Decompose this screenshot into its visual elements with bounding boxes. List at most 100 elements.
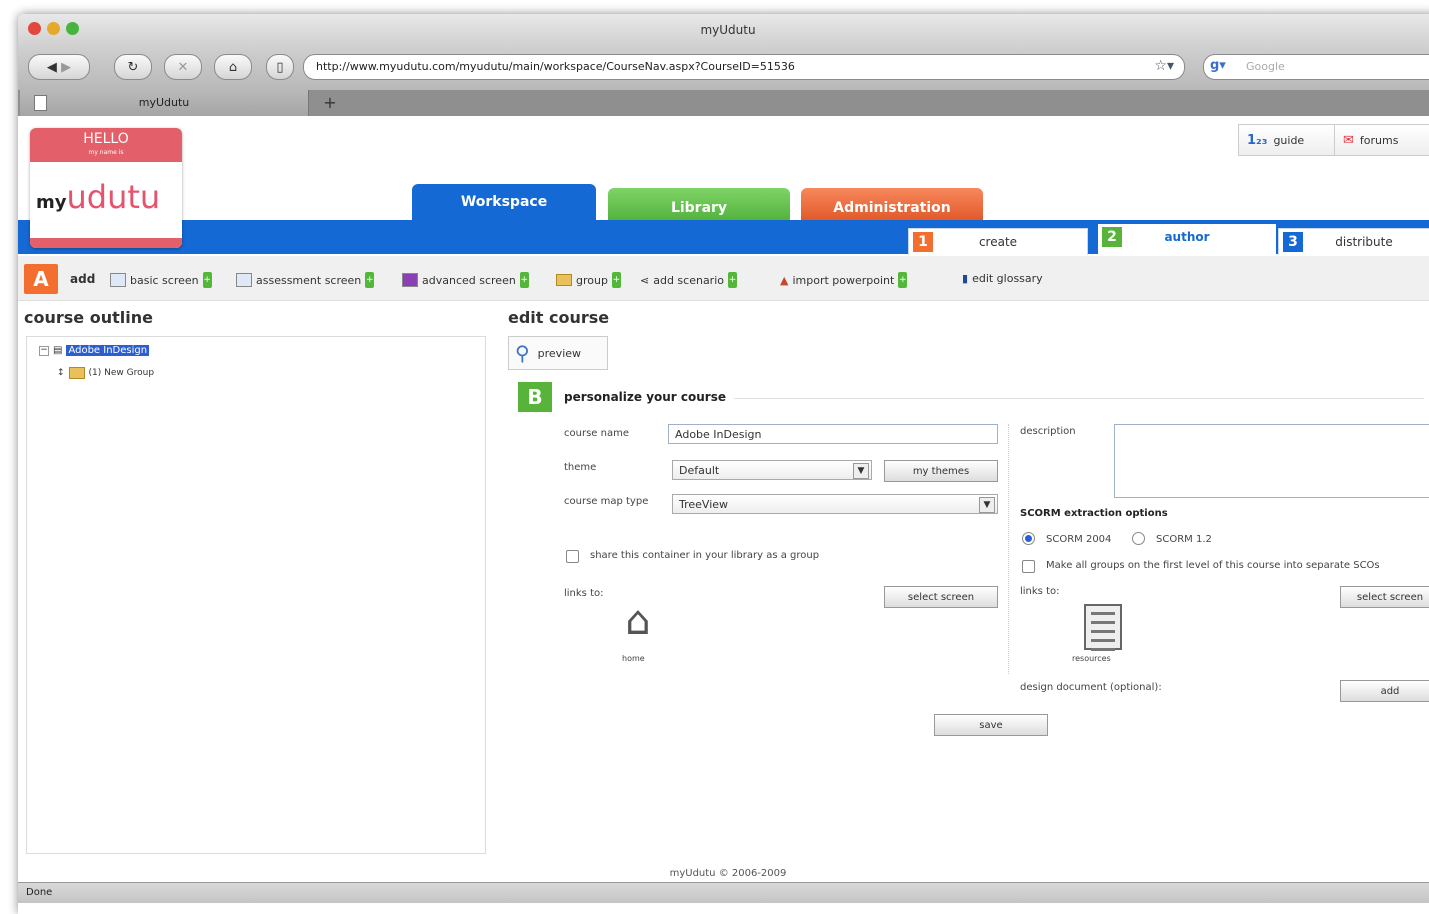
tree-root-label[interactable]: Adobe InDesign xyxy=(66,345,150,356)
forward-icon[interactable]: ▶ xyxy=(61,60,71,75)
separate-scos-checkbox[interactable] xyxy=(1022,560,1035,573)
action-label: basic screen xyxy=(130,273,199,287)
add-assessment-screen-button[interactable]: assessment screen + xyxy=(236,272,375,288)
course-name-field[interactable]: Adobe InDesign xyxy=(668,424,998,444)
assessment-icon xyxy=(236,273,252,287)
root-icon: ▤ xyxy=(53,345,63,356)
tab-library[interactable]: Library xyxy=(608,188,790,220)
resources-label: resources xyxy=(1072,654,1111,663)
page-info-button[interactable]: ▯ xyxy=(266,54,294,80)
add-icon: + xyxy=(519,272,529,288)
url-bar[interactable]: http://www.myudutu.com/myudutu/main/work… xyxy=(303,54,1185,80)
screen-icon xyxy=(110,273,126,287)
course-map-type-value: TreeView xyxy=(679,498,729,511)
save-button[interactable]: save xyxy=(934,714,1048,736)
course-name-label: course name xyxy=(564,428,629,439)
scenario-icon: ⋖ xyxy=(640,273,650,287)
theme-select[interactable]: Default ▼ xyxy=(672,460,872,480)
chevron-down-icon: ▼ xyxy=(853,463,869,479)
chevron-down-icon: ▼ xyxy=(979,497,995,513)
search-field[interactable]: g▾ Google xyxy=(1203,54,1429,80)
reload-button[interactable]: ↻ xyxy=(114,54,152,80)
tree-child[interactable]: ↕ (1) New Group xyxy=(57,367,154,379)
guide-label: guide xyxy=(1273,133,1305,147)
hello-banner: HELLO my name is xyxy=(30,128,182,162)
home-button[interactable]: ⌂ xyxy=(214,54,252,80)
action-label: import powerpoint xyxy=(792,273,895,287)
scorm-2004-radio[interactable] xyxy=(1022,532,1035,545)
add-design-document-button[interactable]: add xyxy=(1340,680,1429,702)
bookmark-star-icon[interactable]: ☆▾ xyxy=(1154,58,1174,74)
add-basic-screen-button[interactable]: basic screen + xyxy=(110,272,212,288)
scorm-12-label: SCORM 1.2 xyxy=(1156,534,1212,545)
forums-label: forums xyxy=(1359,133,1399,147)
section-a-badge: A xyxy=(24,264,58,294)
back-forward-button[interactable]: ◀ ▶ xyxy=(28,54,90,80)
step-distribute[interactable]: 3 distribute xyxy=(1278,228,1429,255)
edit-glossary-button[interactable]: ▮ edit glossary xyxy=(962,272,1043,285)
tree-child-label[interactable]: (1) New Group xyxy=(89,368,155,378)
home-icon[interactable]: ⌂ xyxy=(616,600,660,642)
add-advanced-screen-button[interactable]: advanced screen + xyxy=(402,272,529,288)
browser-tab[interactable]: myUdutu xyxy=(20,90,309,116)
new-tab-button[interactable]: + xyxy=(318,93,342,113)
course-map-type-select[interactable]: TreeView ▼ xyxy=(672,494,998,514)
browser-window: myUdutu ◀ ▶ ↻ ✕ ⌂ ▯ http://www.myudutu.c… xyxy=(18,14,1429,914)
preview-button[interactable]: ⚲ preview xyxy=(508,336,608,370)
drag-icon[interactable]: ↕ xyxy=(57,368,65,378)
stop-button[interactable]: ✕ xyxy=(164,54,202,80)
import-powerpoint-button[interactable]: ▲ import powerpoint + xyxy=(780,272,908,288)
theme-value: Default xyxy=(679,464,720,477)
tab-workspace[interactable]: Workspace xyxy=(412,184,596,220)
browser-toolbar: ◀ ▶ ↻ ✕ ⌂ ▯ http://www.myudutu.com/myudu… xyxy=(18,48,1429,90)
google-icon[interactable]: g▾ xyxy=(1210,58,1226,73)
hello-subtitle: my name is xyxy=(88,149,124,156)
step-author[interactable]: 2 author xyxy=(1098,224,1276,254)
url-text[interactable]: http://www.myudutu.com/myudutu/main/work… xyxy=(316,60,795,73)
logo[interactable]: myudutu xyxy=(36,178,160,216)
folder-icon xyxy=(556,274,572,286)
select-screen-right-button[interactable]: select screen xyxy=(1340,586,1429,608)
action-label: group xyxy=(576,273,608,287)
share-checkbox[interactable] xyxy=(566,550,579,563)
steps-icon: 1₂₃ xyxy=(1247,132,1268,148)
forums-icon: ✉ xyxy=(1343,132,1354,148)
window-title: myUdutu xyxy=(700,23,756,37)
tree-root[interactable]: − ▤ Adobe InDesign xyxy=(39,345,150,356)
plus-icon: + xyxy=(323,93,337,112)
home-icon: ⌂ xyxy=(228,59,238,75)
description-field[interactable] xyxy=(1114,424,1429,498)
resources-icon[interactable] xyxy=(1084,604,1122,651)
scorm-12-radio[interactable] xyxy=(1132,532,1145,545)
page-content: HELLO my name is myudutu 1₂₃ guide ✉ for… xyxy=(18,116,1429,914)
tab-administration[interactable]: Administration xyxy=(801,188,983,220)
add-scenario-button[interactable]: ⋖ add scenario + xyxy=(640,272,737,288)
forums-button[interactable]: ✉ forums xyxy=(1334,124,1429,156)
hello-title: HELLO xyxy=(83,131,129,147)
course-outline-tree: − ▤ Adobe InDesign ↕ (1) New Group xyxy=(26,336,486,854)
preview-label: preview xyxy=(537,346,582,360)
tab-bar: myUdutu + xyxy=(18,90,1429,116)
theme-label: theme xyxy=(564,462,597,473)
links-to-label: links to: xyxy=(564,588,604,599)
section-b-badge: B xyxy=(518,382,552,412)
home-label: home xyxy=(622,654,645,663)
status-text: Done xyxy=(26,887,53,898)
collapse-icon[interactable]: − xyxy=(39,345,49,356)
section-divider xyxy=(734,398,1424,399)
glossary-icon: ▮ xyxy=(962,272,969,285)
status-bar: Done xyxy=(18,882,1429,903)
my-themes-button[interactable]: my themes xyxy=(884,460,998,482)
add-icon: + xyxy=(898,272,908,288)
description-label: description xyxy=(1020,426,1076,437)
advanced-icon xyxy=(402,273,418,287)
outline-title: course outline xyxy=(24,308,153,327)
back-icon[interactable]: ◀ xyxy=(47,60,57,75)
edit-course-title: edit course xyxy=(508,308,610,327)
logo-my: my xyxy=(36,192,67,213)
add-group-button[interactable]: group + xyxy=(556,272,621,288)
guide-button[interactable]: 1₂₃ guide xyxy=(1238,124,1336,156)
select-screen-button[interactable]: select screen xyxy=(884,586,998,608)
step-create[interactable]: 1 create xyxy=(908,228,1088,255)
step-label: distribute xyxy=(1335,235,1393,249)
